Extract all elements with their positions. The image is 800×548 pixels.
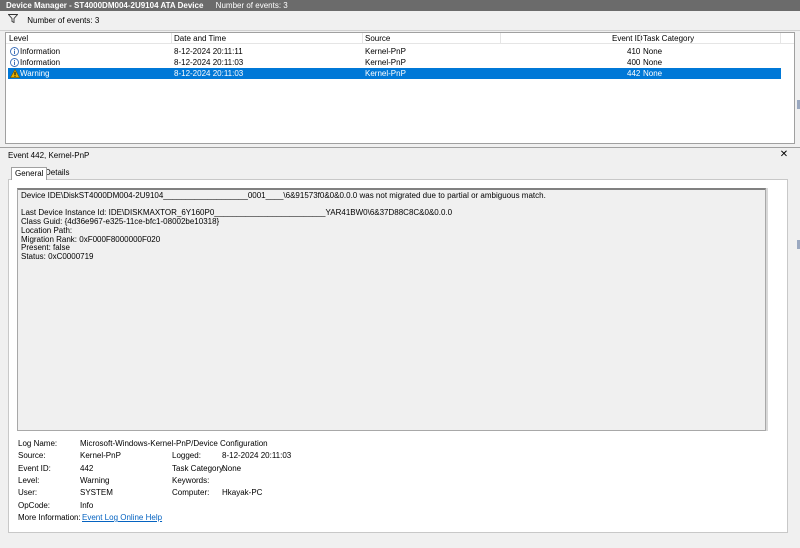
task-category-label: Task Category:: [172, 464, 226, 473]
row-source: Kernel-PnP: [365, 47, 406, 56]
event-id-value: 442: [80, 464, 94, 473]
filter-bar: Number of events: 3: [0, 11, 800, 31]
row-event-id: 400: [627, 58, 641, 67]
column-header-source[interactable]: Source: [365, 33, 390, 44]
message-line: Status: 0xC0000719: [21, 251, 94, 261]
splitter[interactable]: [0, 147, 800, 148]
table-row[interactable]: Information 8-12-2024 20:11:03 Kernel-Pn…: [8, 57, 781, 68]
source-value: Kernel-PnP: [80, 451, 121, 460]
keywords-label: Keywords:: [172, 476, 210, 485]
row-category: None: [643, 58, 663, 67]
source-label: Source:: [18, 451, 46, 460]
column-header-date-time[interactable]: Date and Time: [174, 33, 226, 44]
level-label: Level:: [18, 476, 40, 485]
event-id-label: Event ID:: [18, 464, 51, 473]
task-category-value: None: [222, 464, 242, 473]
column-header-event-id[interactable]: Event ID: [612, 33, 643, 44]
logged-label: Logged:: [172, 451, 201, 460]
message-scrollbar[interactable]: [766, 188, 768, 431]
message-line: Class Guid: {4d36e967-e325-11ce-bfc1-080…: [21, 217, 220, 227]
event-detail-title: Event 442, Kernel-PnP: [8, 151, 90, 160]
window-title-bar: Device Manager - ST4000DM004-2U9104 ATA …: [0, 0, 800, 11]
row-event-id: 410: [627, 47, 641, 56]
table-row[interactable]: Information 8-12-2024 20:11:11 Kernel-Pn…: [8, 46, 781, 57]
row-datetime: 8-12-2024 20:11:03: [174, 58, 244, 67]
level-value: Warning: [80, 476, 110, 485]
close-icon[interactable]: ✕: [779, 150, 789, 160]
warning-icon: [9, 68, 21, 78]
table-row-selected[interactable]: Warning 8-12-2024 20:11:03 Kernel-PnP 44…: [8, 68, 781, 79]
information-icon: [10, 47, 19, 56]
message-line: Present: false: [21, 243, 70, 253]
message-line: Migration Rank: 0xF000F8000000F020: [21, 234, 161, 244]
user-value: SYSTEM: [80, 488, 113, 497]
logged-value: 8-12-2024 20:11:03: [222, 451, 292, 460]
opcode-value: Info: [80, 501, 94, 510]
row-level: Information: [20, 47, 61, 56]
row-level: Information: [20, 58, 61, 67]
message-line: Device IDE\DiskST4000DM004-2U9104_______…: [21, 191, 546, 200]
window-title: Device Manager - ST4000DM004-2U9104 ATA …: [6, 1, 204, 10]
row-level: Warning: [20, 69, 50, 78]
log-name-value: Microsoft-Windows-Kernel-PnP/Device Conf…: [80, 439, 268, 448]
row-category: None: [643, 47, 663, 56]
grid-header: Level Date and Time Source Event ID Task…: [6, 33, 794, 44]
row-datetime: 8-12-2024 20:11:03: [174, 69, 244, 78]
event-log-online-help-link[interactable]: Event Log Online Help: [82, 513, 162, 523]
log-name-label: Log Name:: [18, 439, 58, 448]
row-source: Kernel-PnP: [365, 69, 406, 78]
information-icon: [10, 58, 19, 67]
events-grid[interactable]: Level Date and Time Source Event ID Task…: [5, 32, 795, 144]
user-label: User:: [18, 488, 38, 497]
computer-value: Hkayak-PC: [222, 488, 263, 497]
column-header-level[interactable]: Level: [9, 33, 28, 44]
row-source: Kernel-PnP: [365, 58, 406, 67]
filter-icon[interactable]: [7, 11, 19, 31]
column-header-task-category[interactable]: Task Category: [643, 33, 694, 44]
computer-label: Computer:: [172, 488, 210, 497]
opcode-label: OpCode:: [18, 501, 51, 510]
event-count-label: Number of events: 3: [27, 16, 100, 26]
row-datetime: 8-12-2024 20:11:11: [174, 47, 243, 56]
row-event-id: 442: [627, 69, 641, 78]
tab-general[interactable]: General: [11, 167, 48, 180]
event-message-text[interactable]: Device IDE\DiskST4000DM004-2U9104_______…: [17, 188, 766, 431]
more-information-label: More Information:: [18, 513, 81, 522]
row-category: None: [643, 69, 663, 78]
window-subtitle: Number of events: 3: [215, 1, 288, 10]
